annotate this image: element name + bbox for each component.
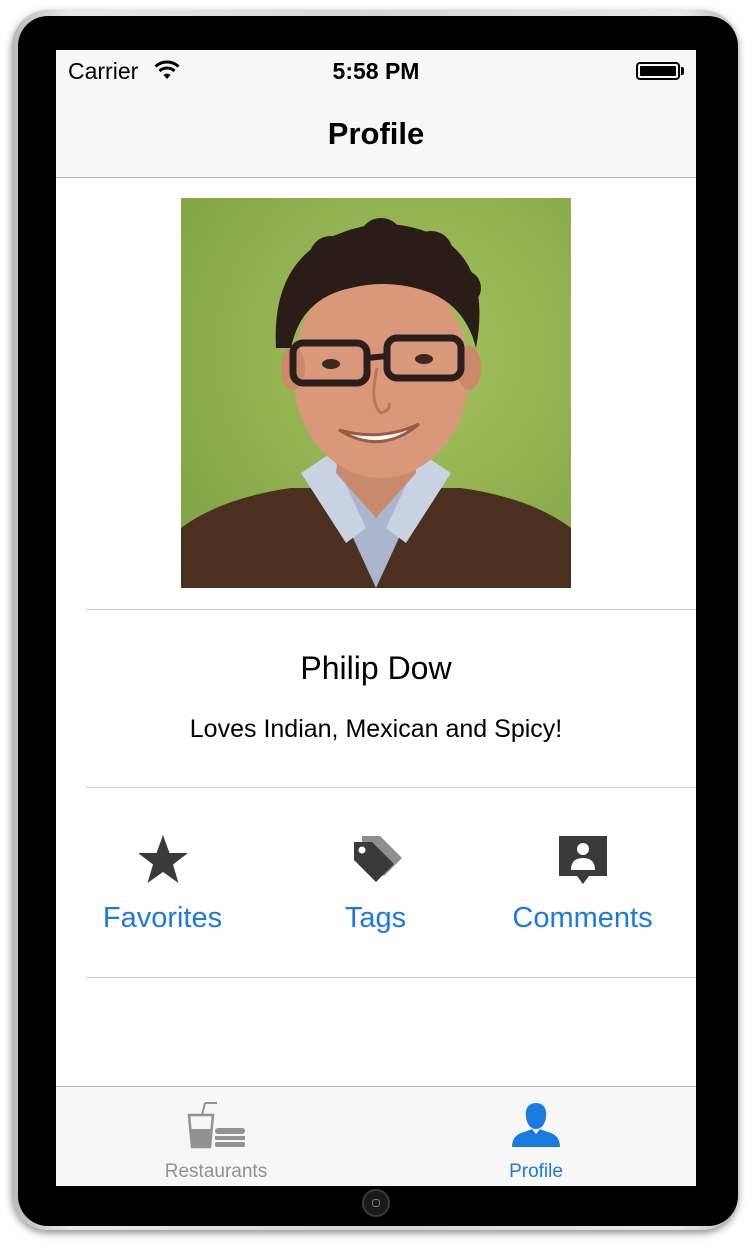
- person-icon: [376, 1101, 696, 1149]
- page-title: Profile: [327, 116, 425, 151]
- divider: [86, 787, 696, 788]
- divider: [86, 977, 696, 978]
- profile-name: Philip Dow: [300, 650, 452, 686]
- navigation-bar: Carrier 5:58 PM Profile: [56, 50, 696, 178]
- tab-bar: Restaurants Profile: [56, 1086, 696, 1186]
- battery-icon: [636, 62, 680, 80]
- comments-label: Comments: [512, 902, 653, 934]
- tags-icon: [269, 832, 482, 888]
- comments-button[interactable]: Comments: [476, 830, 689, 950]
- divider: [86, 609, 696, 610]
- tab-profile-label: Profile: [509, 1161, 563, 1182]
- profile-bio: Loves Indian, Mexican and Spicy!: [189, 715, 563, 743]
- tags-button[interactable]: Tags: [269, 830, 482, 950]
- favorites-button[interactable]: Favorites: [56, 830, 269, 950]
- status-time: 5:58 PM: [332, 58, 420, 84]
- favorites-label: Favorites: [102, 902, 223, 934]
- profile-photo: [181, 198, 571, 588]
- star-icon: [56, 832, 269, 888]
- tags-label: Tags: [344, 902, 407, 934]
- restaurants-icon: [56, 1101, 376, 1149]
- tab-profile[interactable]: Profile: [376, 1087, 696, 1186]
- comment-icon: [476, 832, 689, 888]
- tab-restaurants[interactable]: Restaurants: [56, 1087, 376, 1186]
- tab-restaurants-label: Restaurants: [164, 1161, 268, 1182]
- home-button[interactable]: [362, 1189, 390, 1217]
- screen: Carrier 5:58 PM Profile Philip Dow Loves…: [56, 50, 696, 1186]
